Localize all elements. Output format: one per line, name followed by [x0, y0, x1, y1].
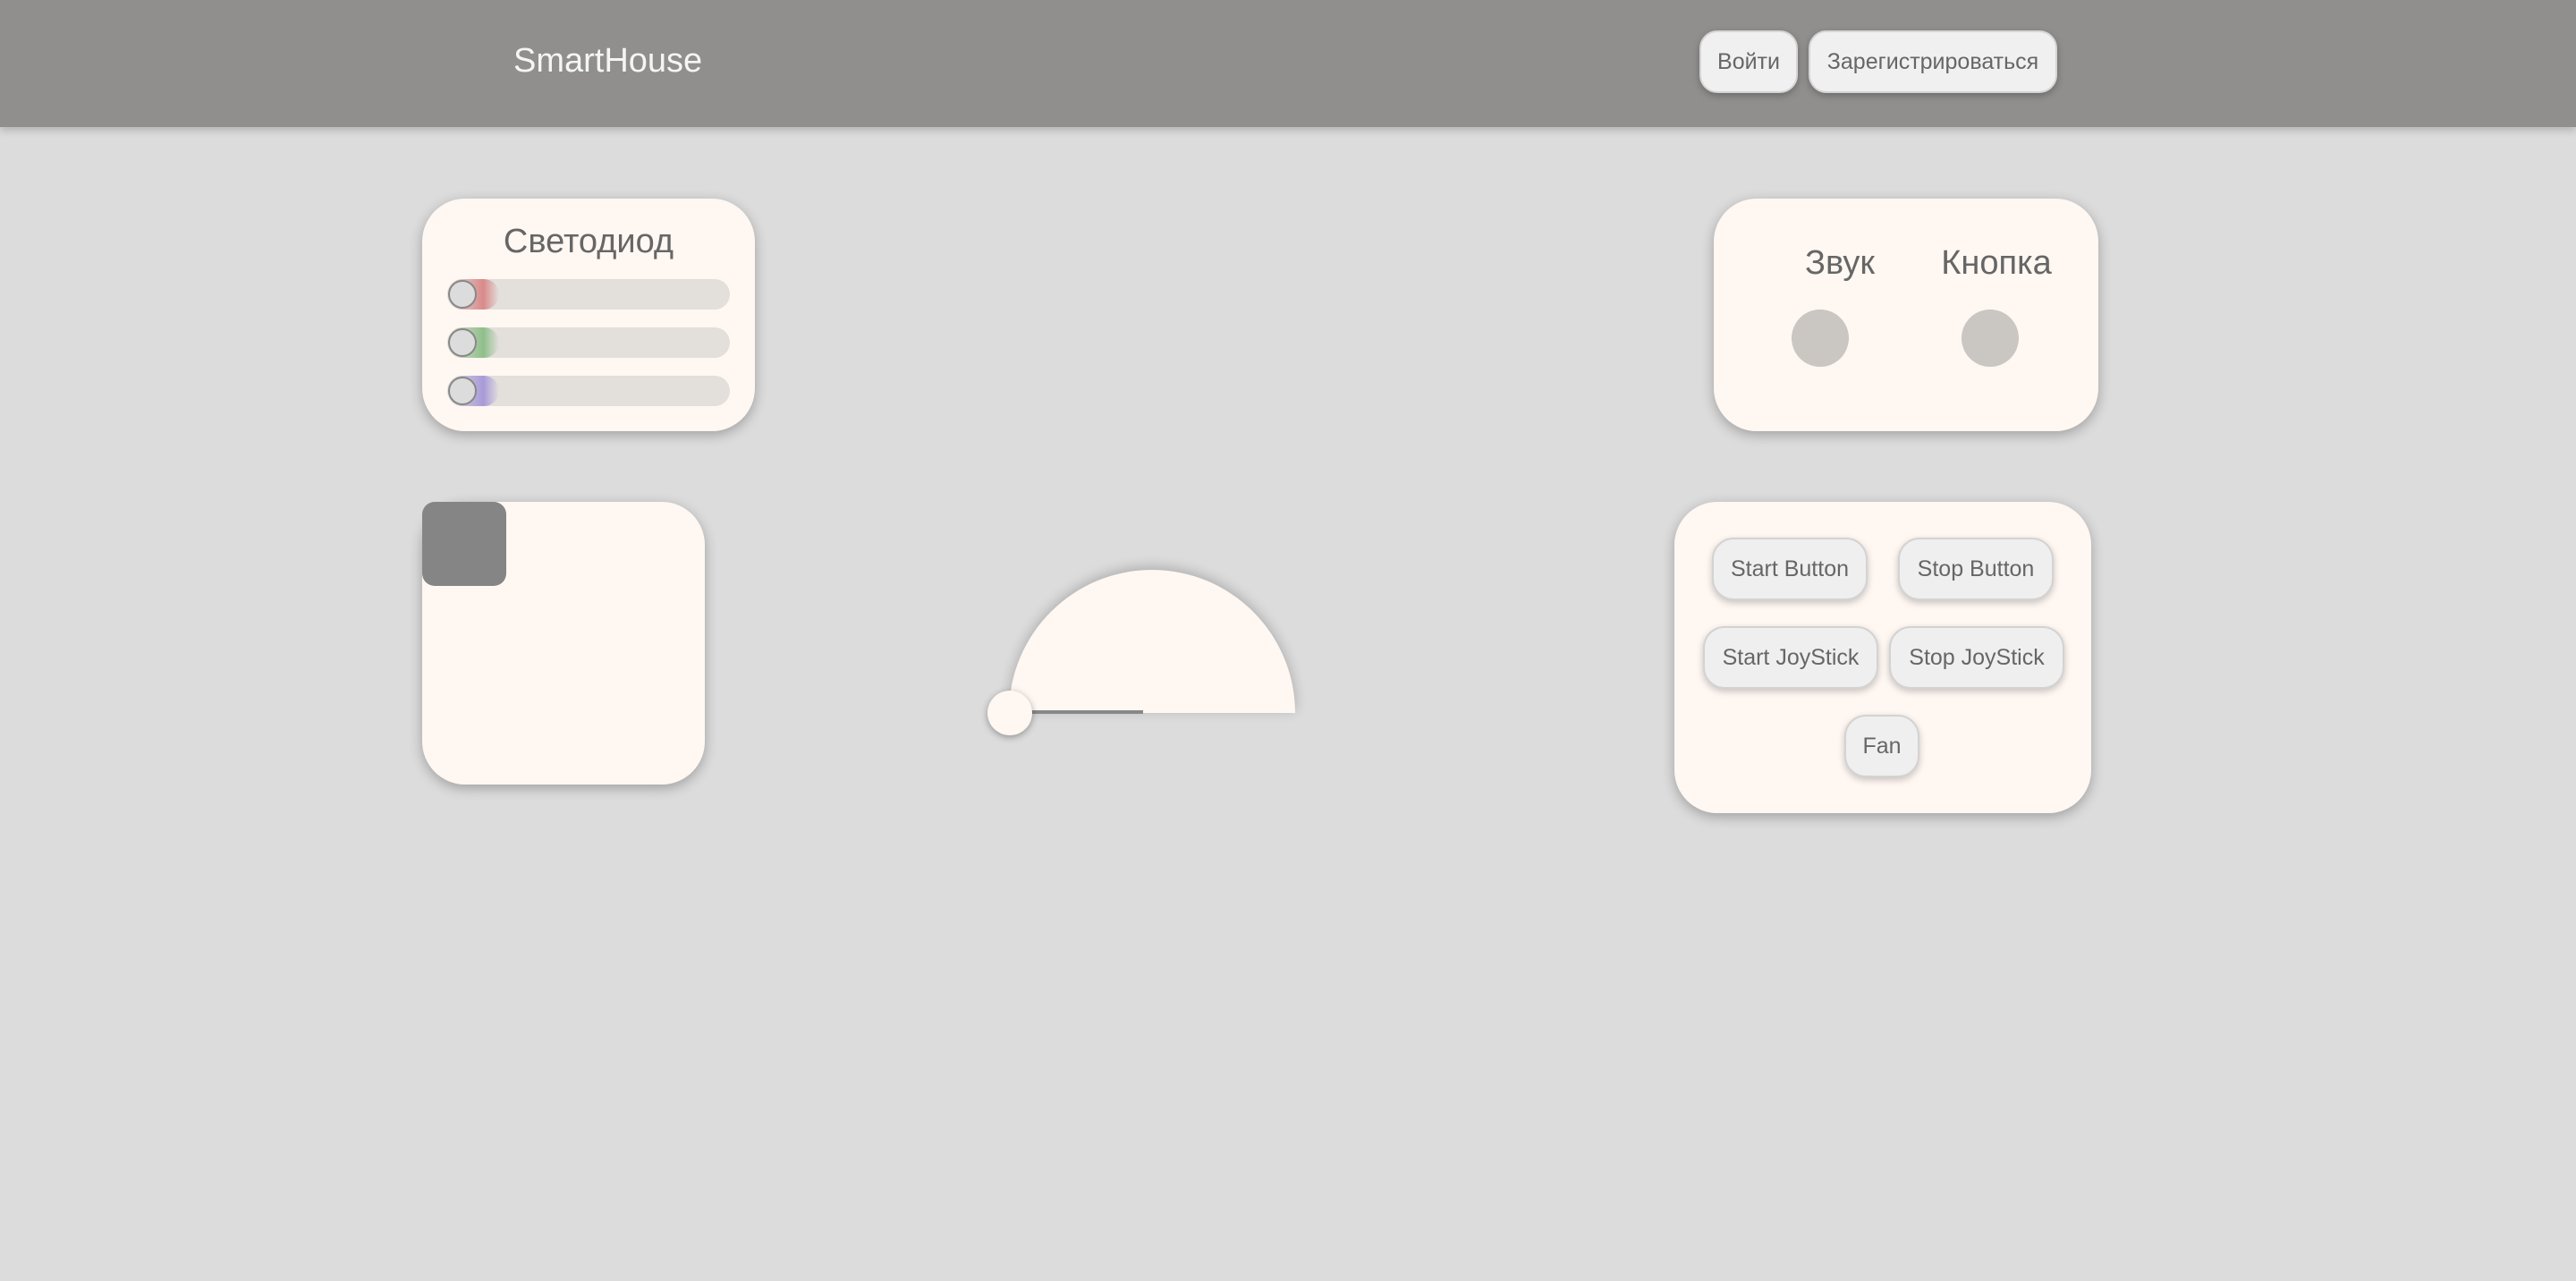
gauge-handle[interactable]: [987, 691, 1032, 735]
led-card: Светодиод: [422, 199, 755, 431]
stop-joystick-button[interactable]: Stop JoyStick: [1889, 626, 2064, 689]
commands-card: Start Button Stop Button Start JoyStick …: [1674, 502, 2091, 813]
sound-indicator: [1792, 310, 1849, 367]
joystick-pad[interactable]: [422, 502, 705, 785]
led-red-slider[interactable]: [447, 279, 730, 310]
login-button[interactable]: Войти: [1699, 30, 1798, 93]
button-indicator: [1962, 310, 2019, 367]
led-card-title: Светодиод: [503, 223, 674, 260]
brand-title[interactable]: SmartHouse: [513, 39, 702, 82]
sound-label: Звук: [1805, 244, 1875, 282]
led-green-slider[interactable]: [447, 327, 730, 358]
stop-button-button[interactable]: Stop Button: [1898, 538, 2054, 600]
joystick-handle[interactable]: [422, 502, 506, 586]
button-label: Кнопка: [1941, 244, 2052, 282]
fan-button[interactable]: Fan: [1844, 715, 1919, 777]
led-blue-slider-knob[interactable]: [448, 377, 477, 405]
led-blue-slider[interactable]: [447, 376, 730, 406]
top-navbar: SmartHouse Войти Зарегистрироваться: [0, 0, 2576, 127]
start-button-button[interactable]: Start Button: [1712, 538, 1868, 600]
led-green-slider-knob[interactable]: [448, 328, 477, 357]
register-button[interactable]: Зарегистрироваться: [1809, 30, 2057, 93]
start-joystick-button[interactable]: Start JoyStick: [1703, 626, 1878, 689]
led-red-slider-knob[interactable]: [448, 280, 477, 309]
indicators-card: Звук Кнопка: [1714, 199, 2098, 431]
gauge-dial: [1009, 570, 1295, 713]
